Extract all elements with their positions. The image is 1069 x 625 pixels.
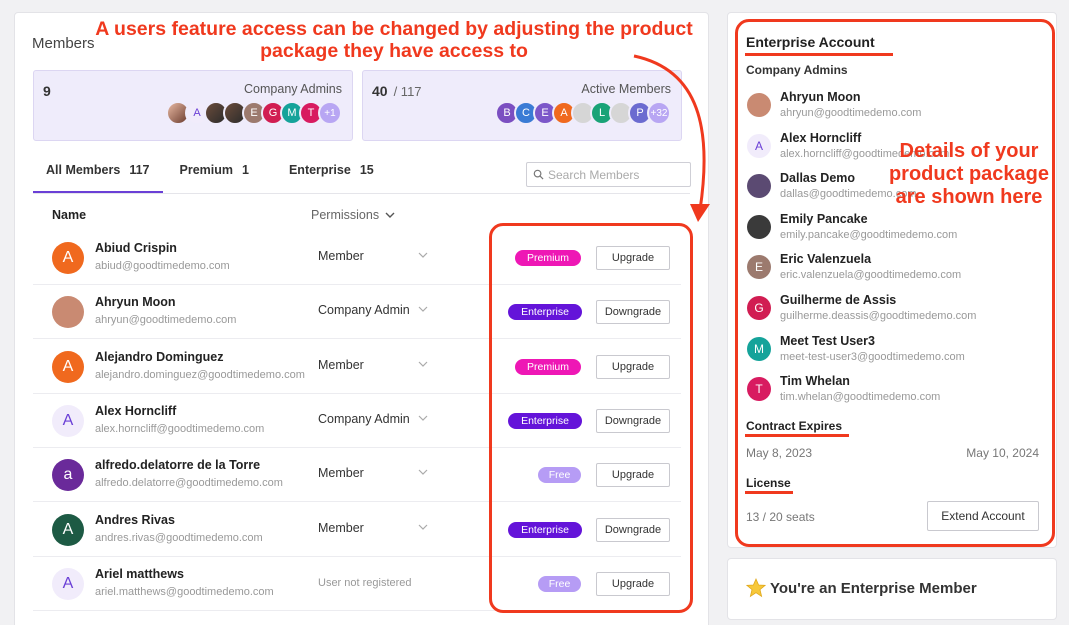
admins-count: 9 [43, 83, 51, 99]
tab-count: 15 [359, 163, 374, 177]
permission-select[interactable]: Company Admin [318, 303, 410, 317]
annotation-account-box [735, 19, 1055, 547]
search-input[interactable] [548, 167, 688, 182]
more-avatars-badge: +1 [318, 101, 342, 125]
avatar: a [52, 459, 84, 492]
members-title: Members [32, 35, 95, 52]
active-label: Active Members [581, 82, 671, 96]
underline-license [745, 491, 793, 494]
search-box[interactable] [526, 162, 691, 187]
member-email: alfredo.delatorre@goodtimedemo.com [95, 477, 283, 490]
avatar: A [52, 567, 84, 600]
active-members-card[interactable]: 40 / 117 Active Members B C E A L P +32 [362, 70, 682, 141]
permission-select[interactable]: Member [318, 249, 364, 263]
column-header-name: Name [52, 208, 87, 222]
admins-label: Company Admins [244, 82, 342, 96]
tab-count: 1 [242, 163, 249, 177]
page: Members 9 Company Admins A E G M T +1 40 / 117… [0, 0, 1069, 625]
chevron-down-icon[interactable] [418, 413, 428, 423]
chevron-down-icon[interactable] [418, 359, 428, 369]
tab-enterprise[interactable]: Enterprise 15 [276, 161, 387, 193]
tab-label: Enterprise [288, 163, 351, 177]
permission-select[interactable]: Company Admin [318, 412, 410, 426]
underline-contract-expires [745, 434, 849, 437]
star-icon [746, 578, 766, 598]
enterprise-member-banner: You're an Enterprise Member [727, 558, 1057, 620]
member-name: alfredo.delatorre de la Torre [95, 458, 261, 473]
search-icon [533, 169, 544, 180]
permission-select[interactable]: Member [318, 466, 364, 480]
member-name: Alejandro Dominguez [95, 349, 224, 364]
tab-label: All Members [46, 163, 121, 177]
active-count: 40 / 117 [372, 83, 422, 99]
registration-status: User not registered [318, 576, 412, 589]
member-name: Andres Rivas [95, 512, 175, 527]
permissions-label: Permissions [311, 208, 380, 222]
more-avatars-badge: +32 [647, 101, 671, 125]
member-name: Ahryun Moon [95, 295, 176, 310]
chevron-down-icon [385, 212, 395, 218]
avatar: A [52, 350, 84, 383]
chevron-down-icon[interactable] [418, 522, 428, 532]
permission-select[interactable]: Member [318, 521, 364, 535]
tabs-divider [33, 193, 690, 194]
member-name: Abiud Crispin [95, 241, 177, 255]
member-tabs: All Members 117 Premium 1 Enterprise 15 [33, 161, 387, 193]
member-email: abiud@goodtimedemo.com [95, 260, 230, 272]
member-email: alejandro.dominguez@goodtimedemo.com [95, 368, 305, 381]
annotation-feature-access: A users feature access can be changed by… [95, 18, 693, 63]
member-email: ahryun@goodtimedemo.com [95, 314, 237, 327]
active-count-value: 40 [372, 83, 388, 99]
avatar [52, 296, 84, 329]
active-avatar-stack: B C E A L P +32 [495, 101, 671, 125]
member-email: andres.rivas@goodtimedemo.com [95, 531, 263, 544]
avatar: A [52, 513, 84, 546]
underline-enterprise-account [745, 53, 893, 56]
enterprise-member-text: You're an Enterprise Member [770, 580, 977, 597]
tab-premium[interactable]: Premium 1 [167, 161, 262, 193]
chevron-down-icon[interactable] [418, 304, 428, 314]
annotation-plan-box [489, 223, 693, 613]
member-name: Ariel matthews [95, 566, 184, 581]
company-admins-card[interactable]: 9 Company Admins A E G M T +1 [33, 70, 353, 141]
active-total: / 117 [393, 84, 422, 99]
tab-all-members[interactable]: All Members 117 [33, 161, 163, 193]
permission-select[interactable]: Member [318, 358, 364, 372]
avatar: A [52, 404, 84, 437]
avatar: A [52, 242, 84, 274]
tab-count: 117 [129, 163, 150, 177]
member-name: Alex Horncliff [95, 403, 177, 418]
chevron-down-icon[interactable] [418, 467, 428, 477]
tab-label: Premium [179, 163, 234, 177]
member-email: alex.horncliff@goodtimedemo.com [95, 422, 265, 435]
admins-avatar-stack: A E G M T +1 [166, 101, 342, 125]
column-header-permissions[interactable]: Permissions [311, 208, 395, 222]
member-email: ariel.matthews@goodtimedemo.com [95, 585, 274, 598]
chevron-down-icon[interactable] [418, 250, 428, 260]
